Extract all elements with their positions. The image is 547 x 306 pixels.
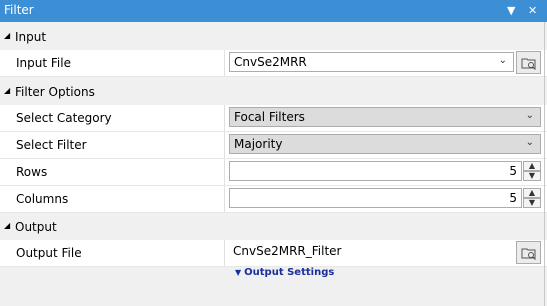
close-icon[interactable]: ✕ — [528, 2, 537, 20]
chevron-down-icon[interactable]: ⌄ — [526, 137, 534, 148]
input-file-combobox[interactable]: CnvSe2MRR ⌄ — [229, 52, 514, 72]
increment-icon[interactable]: ▲ — [523, 161, 541, 171]
row-divider — [224, 240, 225, 266]
output-file-label: Output File — [16, 246, 82, 260]
row-input-file: Input File CnvSe2MRR ⌄ — [0, 50, 547, 77]
section-filter-options-label: Filter Options — [15, 85, 95, 99]
rows-label: Rows — [16, 165, 48, 179]
title-bar: Filter ▼ ✕ — [0, 0, 547, 22]
rows-input[interactable]: 5 — [229, 161, 522, 181]
row-divider — [224, 132, 225, 158]
section-filter-options-header[interactable]: ◢ Filter Options — [0, 81, 547, 103]
row-output-file: Output File CnvSe2MRR_Filter — [0, 240, 547, 267]
window-title: Filter — [4, 3, 34, 17]
chevron-down-icon[interactable]: ⌄ — [526, 110, 534, 121]
increment-icon[interactable]: ▲ — [523, 188, 541, 198]
section-input-label: Input — [15, 30, 47, 44]
output-file-value: CnvSe2MRR_Filter — [233, 244, 342, 258]
select-category-value: Focal Filters — [234, 110, 305, 124]
rows-stepper[interactable]: ▲ ▼ — [523, 161, 541, 181]
select-category-label: Select Category — [16, 111, 112, 125]
columns-label: Columns — [16, 192, 69, 206]
row-divider — [224, 105, 225, 131]
browse-input-button[interactable] — [516, 51, 541, 74]
menu-dropdown-icon[interactable]: ▼ — [507, 2, 515, 20]
select-category-combobox[interactable]: Focal Filters ⌄ — [229, 107, 541, 127]
row-divider — [224, 159, 225, 185]
input-file-value: CnvSe2MRR — [234, 55, 307, 69]
browse-output-button[interactable] — [516, 241, 541, 264]
chevron-down-icon[interactable]: ⌄ — [499, 55, 507, 66]
row-select-filter: Select Filter Majority ⌄ — [0, 132, 547, 159]
decrement-icon[interactable]: ▼ — [523, 198, 541, 208]
collapse-triangle-icon[interactable]: ◢ — [4, 221, 10, 230]
decrement-icon[interactable]: ▼ — [523, 171, 541, 181]
collapse-triangle-icon[interactable]: ◢ — [4, 86, 10, 95]
row-columns: Columns 5 ▲ ▼ — [0, 186, 547, 213]
folder-search-icon — [521, 58, 536, 70]
select-filter-combobox[interactable]: Majority ⌄ — [229, 134, 541, 154]
select-filter-value: Majority — [234, 137, 283, 151]
columns-value: 5 — [509, 191, 517, 205]
section-output-label: Output — [15, 220, 57, 234]
input-file-label: Input File — [16, 56, 71, 70]
panel-border — [544, 22, 545, 306]
section-input-header[interactable]: ◢ Input — [0, 26, 547, 48]
folder-search-icon — [521, 248, 536, 260]
columns-stepper[interactable]: ▲ ▼ — [523, 188, 541, 208]
expand-triangle-icon: ▼ — [235, 268, 242, 277]
select-filter-label: Select Filter — [16, 138, 87, 152]
rows-value: 5 — [509, 164, 517, 178]
row-rows: Rows 5 ▲ ▼ — [0, 159, 547, 186]
row-divider — [224, 186, 225, 212]
collapse-triangle-icon[interactable]: ◢ — [4, 31, 10, 40]
row-divider — [224, 50, 225, 76]
row-select-category: Select Category Focal Filters ⌄ — [0, 105, 547, 132]
output-settings-label: Output Settings — [244, 267, 335, 278]
output-file-input[interactable]: CnvSe2MRR_Filter — [229, 242, 514, 262]
columns-input[interactable]: 5 — [229, 188, 522, 208]
output-settings-toggle[interactable]: ▼ Output Settings — [235, 267, 334, 278]
section-output-header[interactable]: ◢ Output — [0, 216, 547, 238]
